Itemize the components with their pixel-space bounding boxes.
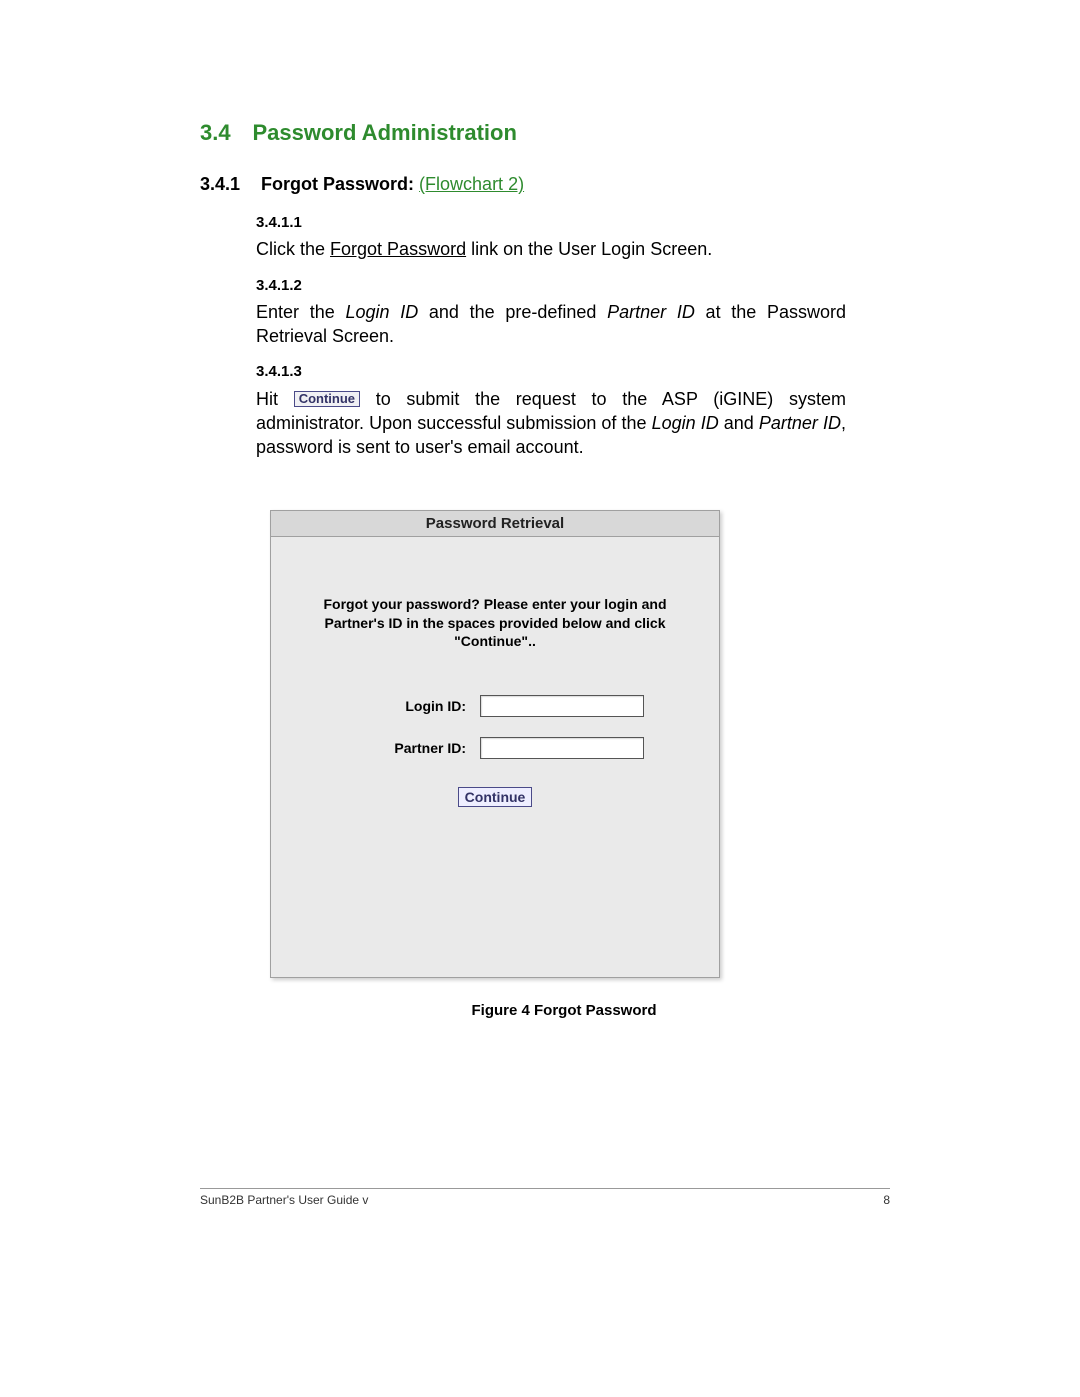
step-3: 3.4.1.3 Hit Continue to submit the reque…	[256, 362, 890, 459]
step-3-number: 3.4.1.3	[256, 362, 312, 382]
step-2-b: and the pre-defined	[418, 302, 607, 322]
step-1-post: link on the User Login Screen.	[466, 239, 712, 259]
login-id-text: Login ID	[345, 302, 418, 322]
section-title: Password Administration	[252, 120, 516, 145]
continue-button[interactable]: Continue	[458, 787, 533, 807]
panel-title: Password Retrieval	[271, 511, 719, 537]
login-id-row: Login ID:	[271, 695, 719, 717]
partner-id-text: Partner ID	[607, 302, 695, 322]
panel-message-line1: Forgot your password? Please enter your …	[323, 596, 666, 612]
section-heading: 3.4 Password Administration	[200, 120, 890, 146]
login-id-input[interactable]	[480, 695, 644, 717]
subsection-title: Forgot Password:	[261, 174, 414, 194]
password-retrieval-panel: Password Retrieval Forgot your password?…	[270, 510, 720, 978]
step-3-a: Hit	[256, 389, 294, 409]
panel-message-line3: "Continue"..	[454, 633, 536, 649]
page-footer: SunB2B Partner's User Guide v 8	[200, 1188, 890, 1207]
step-1-pre: Click the	[256, 239, 330, 259]
step-1-number: 3.4.1.1	[256, 213, 312, 233]
continue-button-inline-icon: Continue	[294, 391, 360, 407]
panel-message-line2: Partner's ID in the spaces provided belo…	[325, 615, 666, 631]
footer-left: SunB2B Partner's User Guide v	[200, 1193, 368, 1207]
step-2-a: Enter the	[256, 302, 345, 322]
forgot-password-text: Forgot Password	[330, 239, 466, 259]
subsection-heading: 3.4.1 Forgot Password: (Flowchart 2)	[200, 174, 890, 195]
step-3-c: and	[719, 413, 759, 433]
section-number: 3.4	[200, 120, 248, 146]
footer-page-number: 8	[883, 1193, 890, 1207]
step-1: 3.4.1.1 Click the Forgot Password link o…	[256, 213, 890, 262]
step-1-body: Click the Forgot Password link on the Us…	[256, 237, 846, 261]
login-id-text-2: Login ID	[652, 413, 719, 433]
login-id-label: Login ID:	[346, 698, 480, 714]
step-2: 3.4.1.2 Enter the Login ID and the pre-d…	[256, 276, 890, 349]
step-2-number: 3.4.1.2	[256, 276, 312, 296]
partner-id-row: Partner ID:	[271, 737, 719, 759]
step-3-body: Hit Continue to submit the request to th…	[256, 387, 846, 460]
step-2-body: Enter the Login ID and the pre-defined P…	[256, 300, 846, 349]
subsection-number: 3.4.1	[200, 174, 256, 195]
partner-id-text-2: Partner ID	[759, 413, 841, 433]
partner-id-label: Partner ID:	[346, 740, 480, 756]
figure-caption: Figure 4 Forgot Password	[340, 1002, 788, 1019]
flowchart-link[interactable]: (Flowchart 2)	[419, 174, 524, 194]
partner-id-input[interactable]	[480, 737, 644, 759]
panel-message: Forgot your password? Please enter your …	[271, 537, 719, 652]
